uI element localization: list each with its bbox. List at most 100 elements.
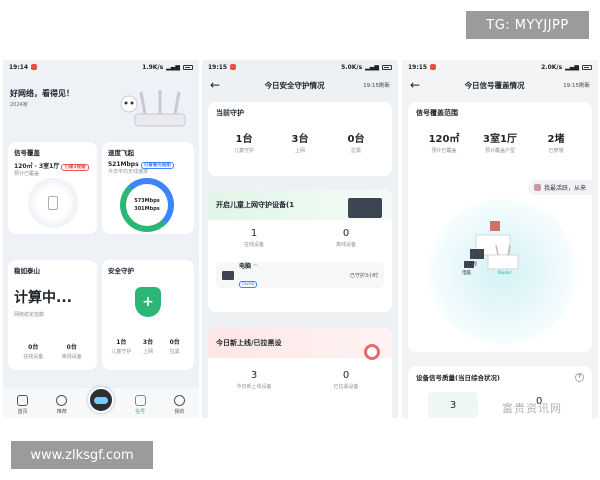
- stat-label: 离线设备: [335, 242, 356, 248]
- stat-label: 拉黑: [350, 148, 361, 154]
- stat-label: 在线设备: [23, 354, 44, 360]
- battery-icon: [582, 64, 592, 70]
- headline: 好网络，看得见！: [10, 89, 74, 98]
- stat-label: 上网: [143, 349, 154, 355]
- watermark-url: www.zlksgf.com: [11, 441, 153, 469]
- stat-value: 0台: [169, 339, 180, 346]
- map-label-tv: 电视: [468, 262, 477, 267]
- stat-value: 2堵: [547, 134, 565, 145]
- nav-home[interactable]: 首页: [8, 395, 38, 415]
- status-time: 19:15: [208, 63, 228, 71]
- watermark-tg: TG: MYYJJPP: [466, 11, 589, 39]
- laptop-illustration: [348, 198, 382, 218]
- battery-icon: [382, 64, 392, 70]
- card-title: 信号覆盖范围: [416, 109, 458, 117]
- stat-value: 120㎡: [428, 134, 460, 145]
- watermark-bottom: 富贵资讯网: [502, 402, 562, 415]
- device-name: 电脑 ◠: [239, 263, 258, 270]
- refresh-time: 19:15刷新: [363, 83, 390, 89]
- signal-icon: ▂▄▆: [365, 63, 379, 71]
- child-guard-card[interactable]: 开启儿童上网守护设备(1 1 在线设备 0 离线设备 电脑 ◠ 5GHz 已守护3小…: [208, 190, 392, 312]
- screen-signal: 19:15 2.0K/s ▂▄▆ ← 今日信号覆盖情况 19:15刷新 信号覆盖范…: [402, 60, 598, 418]
- stat-value: 0: [342, 370, 350, 381]
- signal-nav-icon: [134, 395, 146, 406]
- network-speed: 1.9K/s: [142, 63, 164, 71]
- stat-value: 0台: [347, 134, 365, 145]
- stat-label: 已穿墙: [548, 148, 564, 154]
- band-badge: 5GHz: [239, 281, 258, 288]
- help-icon[interactable]: ?: [575, 372, 584, 382]
- signal-quality-card: 设备信号质量(当日综合状况) ? 3 0: [408, 366, 592, 418]
- network-speed: 5.0K/s: [341, 63, 363, 71]
- stat-label: 儿童守护: [233, 148, 254, 154]
- back-arrow-icon[interactable]: ←: [410, 78, 426, 92]
- nav-recommend[interactable]: 推荐: [47, 395, 77, 415]
- stat-value: 0: [342, 228, 350, 239]
- signal-coverage-card[interactable]: 信号覆盖 120㎡ · 3室1厅 已覆3楼帽 预计已覆盖: [8, 142, 97, 234]
- coverage-card: 信号覆盖范围 120㎡ 预计已覆盖 3室1厅 预计覆盖户型 2堵 已穿墙 我最活跃，从…: [408, 102, 592, 352]
- stat-value: 1: [250, 228, 258, 239]
- speed-card[interactable]: 速度飞起 521Mbps 可查看光路图 今日平均无线速率 573Mbps 301…: [102, 142, 194, 234]
- stat-value: 0台: [28, 344, 39, 351]
- router-illustration: [115, 84, 195, 144]
- coverage-ring: [28, 178, 78, 228]
- status-bar: 19:15 2.0K/s ▂▄▆: [402, 60, 598, 74]
- card-title: 速度飞起: [108, 149, 134, 157]
- status-time: 19:15: [408, 63, 428, 71]
- gauge-bottom: 301Mbps: [134, 206, 160, 212]
- battery-icon: [183, 64, 193, 70]
- guard-status: 已守护3小时: [349, 272, 378, 279]
- stat-label: 儿童守护: [111, 349, 132, 355]
- stat-value: 0台: [66, 344, 77, 351]
- current-guard-card: 当前守护 1台儿童守护 3台上网 0台拉黑: [208, 102, 392, 176]
- stat-label: 已拉黑设备: [333, 384, 359, 390]
- card-title: 安全守护: [108, 267, 134, 275]
- profile-icon: [173, 395, 185, 406]
- gauge-top: 573Mbps: [134, 198, 160, 204]
- back-arrow-icon[interactable]: ←: [210, 78, 226, 92]
- card-sub: 今日平均无线速率: [108, 169, 149, 175]
- quality-value: 3: [428, 392, 478, 418]
- nav-mine[interactable]: 我的: [164, 395, 194, 415]
- card-title: 当前守护: [216, 109, 244, 117]
- page-title: 今日安全守护情况: [264, 80, 325, 90]
- stat-label: 上网: [294, 148, 305, 154]
- status-bar: 19:15 5.0K/s ▂▄▆: [202, 60, 398, 74]
- year-label: 2024家: [10, 102, 28, 108]
- stat-value: 3台: [291, 134, 309, 145]
- card-sub: 预计已覆盖: [14, 171, 40, 177]
- stat-value: 3室1厅: [483, 134, 517, 145]
- screen-home: 19:14 1.9K/s ▂▄▆ 好网络，看得见！ 2024家 信号覆盖 120㎡…: [3, 60, 199, 418]
- card-sub: 网络稳定指数: [14, 312, 45, 318]
- signal-icon: ▂▄▆: [166, 63, 180, 71]
- home-icon: [17, 395, 29, 406]
- stable-card[interactable]: 稳如泰山 计算中... 网络稳定指数 0台在线设备 0台离线设备: [8, 260, 97, 370]
- chat-bubble: 我最活跃，从来: [527, 180, 592, 195]
- status-time: 19:14: [9, 63, 29, 71]
- network-speed: 2.0K/s: [541, 63, 563, 71]
- speed-value: 521Mbps 可查看光路图: [108, 161, 188, 169]
- wifi-icon: ◠: [253, 263, 258, 270]
- status-bar: 19:14 1.9K/s ▂▄▆: [3, 60, 199, 74]
- new-device-card[interactable]: 今日新上线/已拉黑设 3 今日新上线设备 0 已拉黑设备: [208, 328, 392, 418]
- coverage-badge: 已覆3楼帽: [61, 164, 89, 171]
- nav-assistant[interactable]: [86, 387, 116, 415]
- guard-card[interactable]: 安全守护 + 1台 儿童守护 3台 上网 0台 拉黑: [102, 260, 194, 370]
- card-title: 稳如泰山: [14, 267, 40, 275]
- stat-value: 3: [250, 370, 258, 381]
- stat-value: 1台: [235, 134, 253, 145]
- laptop-icon: [222, 270, 234, 280]
- nav-signal[interactable]: 信号: [125, 395, 155, 415]
- avatar-icon: [533, 184, 541, 191]
- coverage-value: 120㎡ · 3室1厅 已覆3楼帽: [14, 161, 91, 171]
- screen-security: 19:15 5.0K/s ▂▄▆ ← 今日安全守护情况 19:15刷新 当前守护 …: [202, 60, 398, 418]
- device-row[interactable]: 电脑 ◠ 5GHz 已守护3小时: [216, 262, 384, 288]
- page-header: ← 今日信号覆盖情况 19:15刷新: [402, 74, 598, 96]
- stat-label: 离线设备: [61, 354, 82, 360]
- map-label-router: Router: [498, 270, 512, 275]
- stat-label: 今日新上线设备: [236, 384, 272, 390]
- stability-value: 计算中...: [14, 290, 72, 306]
- map-label-pc: 电脑: [462, 271, 471, 276]
- card-title: 信号覆盖: [14, 149, 40, 157]
- shield-icon: +: [135, 287, 161, 317]
